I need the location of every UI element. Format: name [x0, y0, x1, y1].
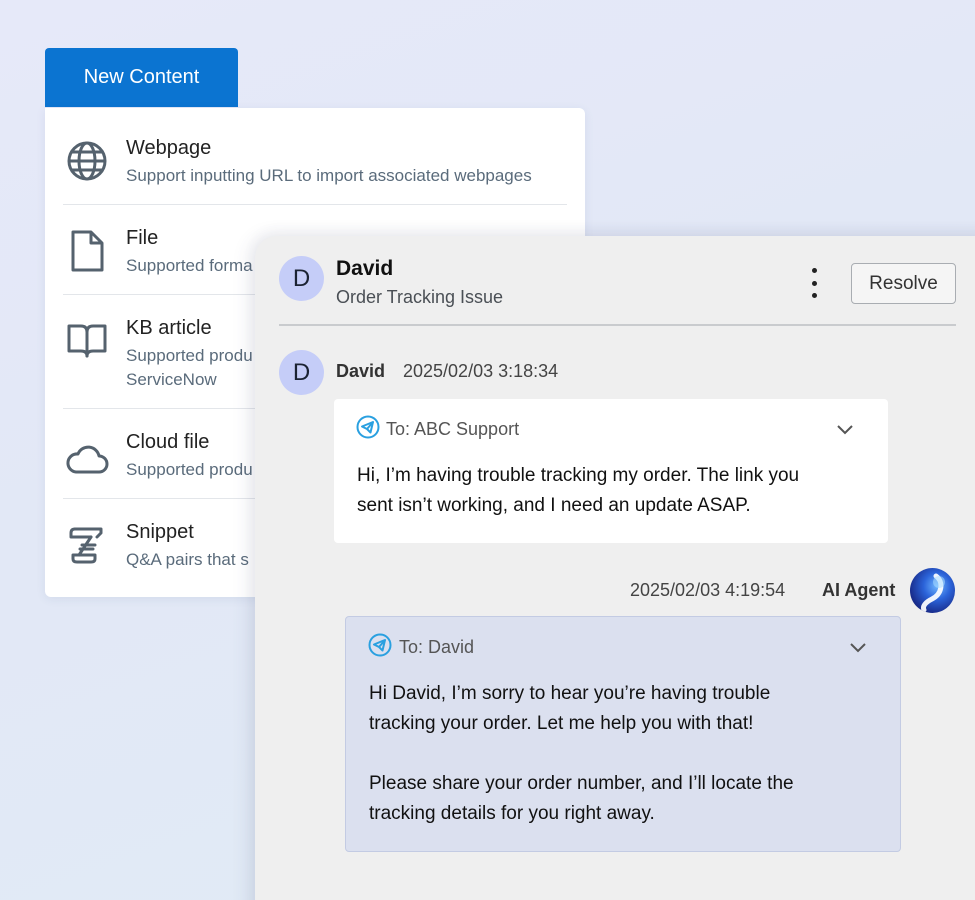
message-card: To: ABC Support Hi, I’m having trouble t…: [334, 399, 888, 543]
send-icon: [368, 633, 392, 657]
send-icon: [356, 415, 380, 439]
menu-item-desc: Support inputting URL to import associat…: [126, 166, 532, 185]
recipient-label: To: David: [399, 637, 475, 657]
sender-name: David: [336, 361, 386, 381]
avatar: D: [279, 256, 324, 301]
menu-item-desc-line2: ServiceNow: [126, 370, 217, 389]
menu-item-webpage[interactable]: Webpage Support inputting URL to import …: [63, 137, 567, 197]
chevron-down-icon[interactable]: [835, 424, 855, 436]
scroll-icon: [63, 521, 111, 569]
message-body: Hi David, I’m sorry to hear you’re havin…: [369, 679, 794, 829]
message-body: Hi, I’m having trouble tracking my order…: [357, 461, 799, 521]
message-line: tracking details for you right away.: [369, 803, 655, 824]
message-line: Hi, I’m having trouble tracking my order…: [357, 465, 800, 486]
message-line: Hi David, I’m sorry to hear you’re havin…: [369, 683, 771, 704]
message-line: tracking your order. Let me help you wit…: [369, 713, 754, 734]
menu-item-title: Webpage: [126, 137, 212, 159]
menu-item-title: File: [126, 227, 159, 249]
menu-item-desc: Supported produ: [126, 460, 253, 479]
more-options-icon[interactable]: [804, 268, 824, 298]
menu-item-title: KB article: [126, 317, 212, 339]
book-icon: [63, 317, 111, 365]
conversation-panel: D David Order Tracking Issue Resolve D D…: [255, 236, 975, 900]
contact-name: David: [336, 257, 394, 280]
header-divider: [279, 324, 956, 326]
message-line: Please share your order number, and I’ll…: [369, 773, 794, 794]
ai-agent-avatar: [910, 568, 955, 613]
message-line-blank: [369, 739, 794, 769]
menu-item-desc: Supported forma: [126, 256, 253, 275]
sender-avatar: D: [279, 350, 324, 395]
recipient-label: To: ABC Support: [386, 419, 520, 439]
conversation-subject: Order Tracking Issue: [336, 287, 504, 307]
globe-icon: [63, 137, 111, 185]
sender-name: AI Agent: [822, 580, 896, 600]
message-line: sent isn’t working, and I need an update…: [357, 495, 751, 516]
divider: [63, 204, 567, 205]
menu-item-title: Cloud file: [126, 431, 210, 453]
message-timestamp: 2025/02/03 3:18:34: [403, 361, 559, 381]
cloud-icon: [63, 435, 111, 483]
message-timestamp: 2025/02/03 4:19:54: [630, 580, 786, 600]
ai-message-card: To: David Hi David, I’m sorry to hear yo…: [345, 616, 901, 852]
menu-item-desc: Supported produ: [126, 346, 253, 365]
chevron-down-icon[interactable]: [848, 642, 868, 654]
file-icon: [63, 227, 111, 275]
new-content-button[interactable]: New Content: [45, 48, 238, 107]
menu-item-desc: Q&A pairs that s: [126, 550, 249, 569]
resolve-button[interactable]: Resolve: [851, 263, 956, 304]
menu-item-title: Snippet: [126, 521, 194, 543]
